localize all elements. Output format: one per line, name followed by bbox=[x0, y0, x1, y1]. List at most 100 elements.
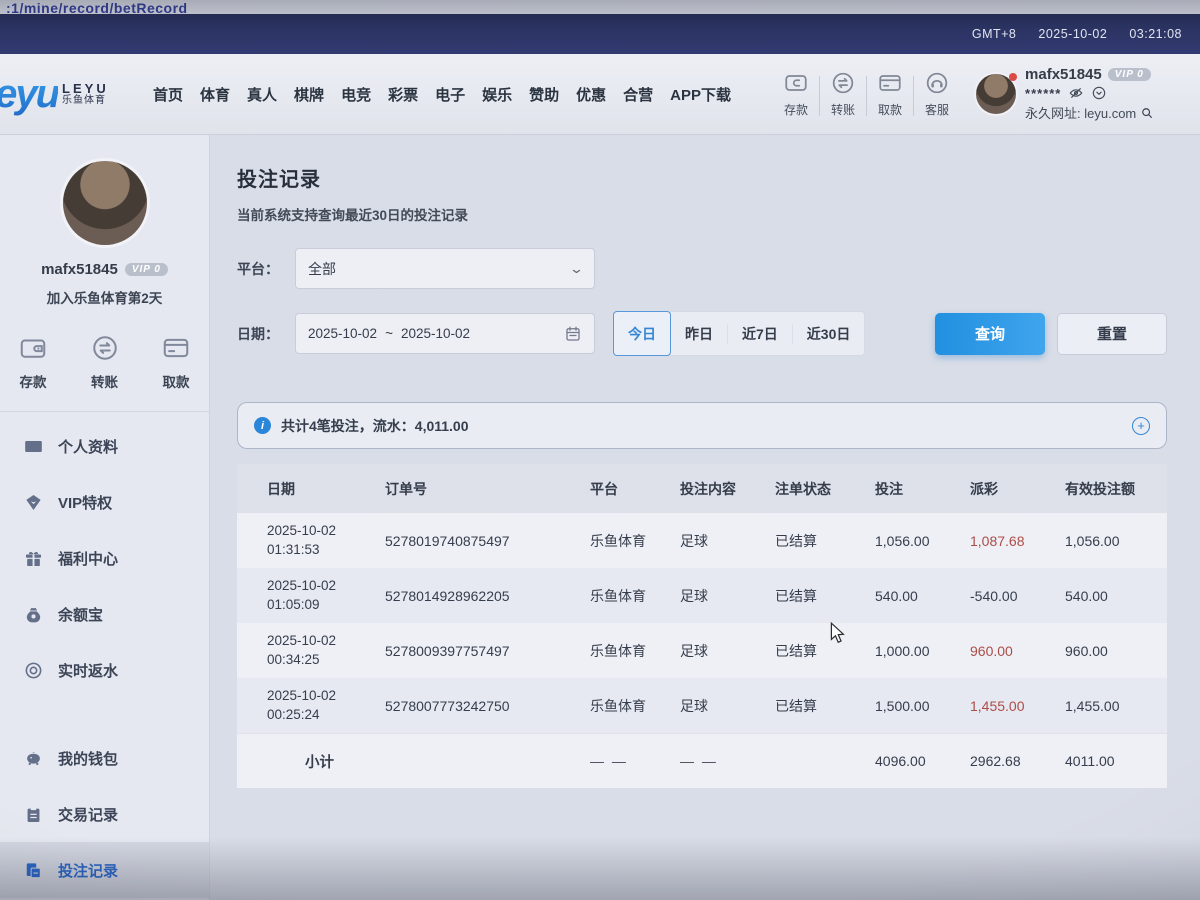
withdraw-button[interactable]: 取款 bbox=[867, 70, 913, 118]
sidebar-vip-badge: VIP 0 bbox=[125, 263, 168, 276]
table-row: 2025-10-0200:25:24 5278007773242750 乐鱼体育… bbox=[237, 678, 1167, 733]
summary-bar: i 共计4笔投注，流水：4,011.00 + bbox=[237, 402, 1167, 449]
id-card-icon bbox=[24, 437, 43, 456]
subtotal-label: 小计 bbox=[267, 751, 385, 772]
customer-service-button[interactable]: 客服 bbox=[914, 70, 960, 118]
summary-text: 共计4笔投注，流水：4,011.00 bbox=[281, 416, 469, 436]
nav-sports[interactable]: 体育 bbox=[200, 84, 230, 105]
date-range-input[interactable]: 2025-10-02 ~ 2025-10-02 bbox=[295, 313, 595, 354]
nav-live[interactable]: 真人 bbox=[247, 84, 277, 105]
date-label: 日期： bbox=[237, 324, 295, 344]
main-nav: 首页 体育 真人 棋牌 电竞 彩票 电子 娱乐 赞助 优惠 合营 APP下载 bbox=[153, 84, 731, 105]
current-date: 2025-10-02 bbox=[1038, 27, 1107, 41]
info-icon: i bbox=[254, 417, 271, 434]
col-valid: 有效投注额 bbox=[1065, 479, 1167, 499]
sidebar-withdraw-button[interactable]: 取款 bbox=[161, 333, 191, 391]
page-title: 投注记录 bbox=[237, 163, 1167, 192]
logo-sub-en: LEYU bbox=[62, 82, 109, 96]
col-date: 日期 bbox=[267, 479, 385, 499]
nav-app-download[interactable]: APP下载 bbox=[670, 84, 731, 105]
nav-esports[interactable]: 电竞 bbox=[341, 84, 371, 105]
col-payout: 派彩 bbox=[970, 479, 1065, 499]
range-yesterday-button[interactable]: 昨日 bbox=[671, 324, 727, 344]
sidebar-item-wallet[interactable]: 我的钱包 bbox=[0, 730, 209, 786]
browser-url-strip: :1/mine/record/betRecord bbox=[0, 0, 1200, 14]
chevron-down-icon: ⌄ bbox=[569, 261, 584, 277]
col-bet: 投注 bbox=[875, 479, 970, 499]
table-subtotal-row: 小计 — — — — 4096.00 2962.68 4011.00 bbox=[237, 733, 1167, 788]
date-to: 2025-10-02 bbox=[401, 326, 470, 341]
nav-home[interactable]: 首页 bbox=[153, 84, 183, 105]
sidebar-item-transactions[interactable]: 交易记录 bbox=[0, 786, 209, 842]
nav-sponsor[interactable]: 赞助 bbox=[529, 84, 559, 105]
gift-icon bbox=[24, 549, 43, 568]
money-bag-icon bbox=[24, 605, 43, 624]
nav-cards[interactable]: 棋牌 bbox=[294, 84, 324, 105]
user-block: mafx51845 VIP 0 ****** 永久网址: leyu. bbox=[976, 66, 1154, 122]
nav-promo[interactable]: 优惠 bbox=[576, 84, 606, 105]
sidebar-item-welfare[interactable]: 福利中心 bbox=[0, 530, 209, 586]
calendar-icon[interactable] bbox=[564, 325, 582, 343]
vip-badge: VIP 0 bbox=[1108, 68, 1151, 81]
gmt-bar: GMT+8 2025-10-02 03:21:08 bbox=[0, 14, 1200, 54]
current-time: 03:21:08 bbox=[1129, 27, 1182, 41]
nav-slots[interactable]: 电子 bbox=[435, 84, 465, 105]
clipboard-icon bbox=[24, 805, 43, 824]
plus-circle-icon[interactable]: + bbox=[1132, 417, 1150, 435]
sidebar-avatar[interactable] bbox=[63, 161, 147, 245]
eye-off-icon[interactable] bbox=[1068, 85, 1084, 101]
platform-label: 平台： bbox=[237, 259, 295, 279]
range-7days-button[interactable]: 近7日 bbox=[727, 324, 792, 344]
date-range-presets: 今日 昨日 近7日 近30日 bbox=[613, 311, 865, 356]
sidebar-item-profile[interactable]: 个人资料 bbox=[0, 418, 209, 474]
sidebar-item-yuebao[interactable]: 余额宝 bbox=[0, 586, 209, 642]
sidebar-item-rebate[interactable]: 实时返水 bbox=[0, 642, 209, 698]
timezone-label: GMT+8 bbox=[972, 27, 1017, 41]
divider bbox=[0, 411, 209, 412]
logo-wordmark: leyu bbox=[0, 72, 58, 117]
nav-entertainment[interactable]: 娱乐 bbox=[482, 84, 512, 105]
wallet-icon bbox=[18, 333, 48, 363]
site-header: leyu LEYU 乐鱼体育 首页 体育 真人 棋牌 电竞 彩票 电子 娱乐 赞… bbox=[0, 54, 1200, 135]
rebate-icon bbox=[24, 661, 43, 680]
table-header-row: 日期 订单号 平台 投注内容 注单状态 投注 派彩 有效投注额 bbox=[237, 464, 1167, 513]
sidebar-deposit-button[interactable]: 存款 bbox=[18, 333, 48, 391]
bet-record-icon bbox=[24, 861, 43, 880]
col-status: 注单状态 bbox=[775, 479, 875, 499]
header-quick-actions: 存款 转账 取款 bbox=[773, 70, 960, 118]
avatar[interactable] bbox=[976, 74, 1016, 114]
vip-diamond-icon bbox=[24, 493, 43, 512]
platform-filter-row: 平台： 全部 ⌄ bbox=[237, 248, 1167, 289]
transfer-icon bbox=[830, 70, 856, 96]
deposit-card-icon bbox=[783, 70, 809, 96]
sidebar: mafx51845 VIP 0 加入乐鱼体育第2天 存款 bbox=[0, 135, 210, 900]
deposit-button[interactable]: 存款 bbox=[773, 70, 819, 118]
range-today-button[interactable]: 今日 bbox=[613, 311, 671, 356]
sidebar-username: mafx51845 bbox=[41, 261, 118, 278]
username: mafx51845 bbox=[1025, 66, 1102, 83]
mouse-cursor bbox=[830, 622, 845, 644]
sidebar-transfer-button[interactable]: 转账 bbox=[90, 333, 120, 391]
reset-button[interactable]: 重置 bbox=[1057, 313, 1167, 355]
nav-lottery[interactable]: 彩票 bbox=[388, 84, 418, 105]
page-subtitle: 当前系统支持查询最近30日的投注记录 bbox=[237, 204, 1167, 224]
withdraw-card-icon bbox=[877, 70, 903, 96]
sidebar-item-vip[interactable]: VIP特权 bbox=[0, 474, 209, 530]
sidebar-quick-actions: 存款 转账 取款 bbox=[0, 333, 209, 391]
nav-affiliate[interactable]: 合营 bbox=[623, 84, 653, 105]
search-icon[interactable] bbox=[1140, 106, 1154, 120]
withdraw-card-icon bbox=[161, 333, 191, 363]
notification-dot bbox=[1009, 73, 1017, 81]
chevron-down-circle-icon[interactable] bbox=[1091, 85, 1107, 101]
platform-select[interactable]: 全部 ⌄ bbox=[295, 248, 595, 289]
sidebar-item-bet-records[interactable]: 投注记录 bbox=[0, 842, 209, 898]
transfer-button[interactable]: 转账 bbox=[820, 70, 866, 118]
search-button[interactable]: 查询 bbox=[935, 313, 1045, 355]
browser-url: :1/mine/record/betRecord bbox=[6, 0, 188, 14]
range-30days-button[interactable]: 近30日 bbox=[792, 324, 865, 344]
join-days-text: 加入乐鱼体育第2天 bbox=[0, 287, 209, 307]
headset-icon bbox=[924, 70, 950, 96]
logo[interactable]: leyu LEYU 乐鱼体育 bbox=[0, 72, 151, 117]
table-row: 2025-10-0201:31:53 5278019740875497 乐鱼体育… bbox=[237, 513, 1167, 568]
table-row: 2025-10-0200:34:25 5278009397757497 乐鱼体育… bbox=[237, 623, 1167, 678]
